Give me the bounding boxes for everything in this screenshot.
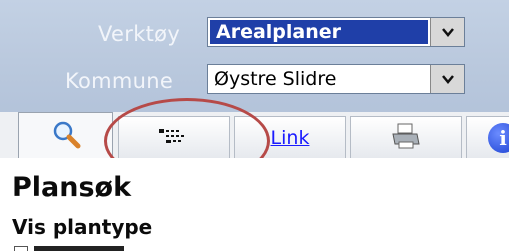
link-label[interactable]: Link: [271, 127, 310, 149]
tab-link[interactable]: Link: [234, 116, 346, 158]
tab-print[interactable]: [350, 116, 462, 158]
municipality-label: Kommune: [65, 69, 174, 93]
tab-legend[interactable]: [118, 116, 230, 158]
header-panel: Verktøy Arealplaner Kommune Øystre Slidr…: [0, 0, 509, 115]
page-title: Plansøk: [12, 172, 132, 203]
tool-select[interactable]: Arealplaner: [207, 17, 465, 47]
printer-icon: [390, 122, 422, 154]
municipality-select[interactable]: Øystre Slidre: [207, 64, 465, 94]
tab-search[interactable]: [18, 112, 113, 158]
section-heading: Vis plantype: [12, 215, 153, 239]
legend-list-icon: [157, 127, 191, 149]
info-icon: i: [488, 122, 509, 153]
checkbox[interactable]: [14, 246, 28, 251]
tool-select-value[interactable]: Arealplaner: [210, 20, 428, 44]
list-item-label: [34, 246, 124, 251]
chevron-down-icon[interactable]: [430, 65, 464, 93]
tab-info[interactable]: i: [466, 116, 509, 158]
tab-strip: Link i: [0, 112, 509, 158]
tool-label: Verktøy: [98, 22, 181, 46]
search-panel: Plansøk Vis plantype: [0, 158, 509, 251]
municipality-select-value[interactable]: Øystre Slidre: [208, 65, 430, 93]
list-item: [14, 246, 314, 251]
chevron-down-icon[interactable]: [430, 18, 464, 46]
magnifier-icon: [51, 119, 81, 153]
